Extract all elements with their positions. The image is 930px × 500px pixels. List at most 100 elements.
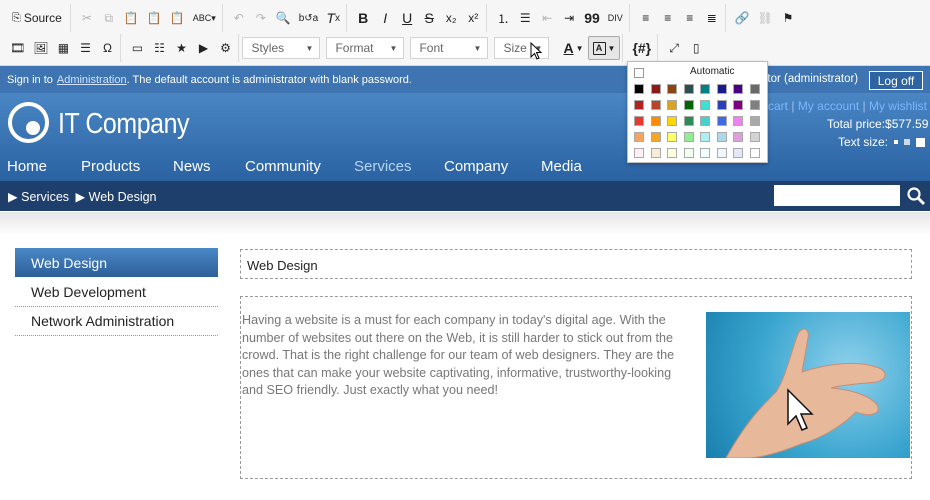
color-swatch[interactable]: [733, 132, 743, 142]
image-icon[interactable]: 🖼: [29, 36, 52, 60]
color-swatch[interactable]: [650, 132, 661, 142]
remove-format-icon[interactable]: Tx: [322, 6, 344, 30]
cut-icon[interactable]: ✂: [76, 6, 98, 30]
list-widget-icon[interactable]: ☷: [148, 36, 170, 60]
horizontal-line-icon[interactable]: ☰: [74, 36, 96, 60]
anchor-flag-icon[interactable]: ⚑: [777, 6, 799, 30]
replace-icon[interactable]: b↺a: [295, 6, 323, 30]
nav-products[interactable]: Products: [81, 158, 140, 175]
page-title-editable[interactable]: Web Design: [240, 249, 912, 279]
nav-company[interactable]: Company: [444, 158, 508, 175]
color-swatch[interactable]: [650, 100, 661, 110]
spellcheck-icon[interactable]: ABC▾: [189, 6, 220, 30]
logoff-button[interactable]: Log off: [869, 71, 923, 90]
star-icon[interactable]: ★: [170, 36, 192, 60]
color-swatch[interactable]: [700, 116, 710, 126]
color-swatch[interactable]: [700, 132, 710, 142]
color-swatch[interactable]: [634, 116, 644, 126]
color-swatch[interactable]: [634, 84, 644, 94]
italic-button[interactable]: I: [374, 6, 396, 30]
color-swatch[interactable]: [749, 116, 760, 126]
strike-button[interactable]: S: [418, 6, 440, 30]
align-left-icon[interactable]: ≡: [635, 6, 657, 30]
color-swatch[interactable]: [650, 148, 661, 158]
undo-icon[interactable]: ↶: [228, 6, 250, 30]
paste-word-icon[interactable]: 📋: [166, 6, 189, 30]
color-swatch[interactable]: [716, 132, 727, 142]
paste-icon[interactable]: 📋: [120, 6, 143, 30]
maximize-icon[interactable]: ⤢: [663, 36, 685, 60]
site-logo-text[interactable]: IT Company: [58, 108, 190, 141]
table-icon[interactable]: ▦: [52, 36, 74, 60]
color-swatch[interactable]: [716, 84, 727, 94]
nav-news[interactable]: News: [173, 158, 211, 175]
justify-icon[interactable]: ≣: [701, 6, 723, 30]
create-div-icon[interactable]: DIV: [604, 6, 627, 30]
text-size-medium[interactable]: [904, 139, 911, 145]
color-swatch[interactable]: [667, 116, 677, 126]
cart-link[interactable]: cart: [768, 99, 788, 113]
sidebar-item-web-design[interactable]: Web Design: [15, 248, 218, 277]
superscript-button[interactable]: x²: [462, 6, 484, 30]
link-icon[interactable]: 🔗: [731, 6, 754, 30]
color-swatch[interactable]: [733, 84, 743, 94]
outdent-icon[interactable]: ⇤: [536, 6, 558, 30]
bold-button[interactable]: B: [352, 6, 374, 30]
color-swatch[interactable]: [749, 84, 760, 94]
breadcrumb-services[interactable]: Services: [21, 190, 69, 204]
color-swatch[interactable]: [667, 132, 677, 142]
templates-button[interactable]: {#}: [628, 36, 655, 60]
color-swatch[interactable]: [749, 148, 760, 158]
special-char-icon[interactable]: Ω: [96, 36, 118, 60]
background-color-button[interactable]: A ▼: [587, 36, 621, 60]
color-swatch[interactable]: [634, 132, 644, 142]
format-dropdown[interactable]: Format ▼: [326, 37, 405, 59]
color-swatch[interactable]: [700, 100, 710, 110]
subscript-button[interactable]: x₂: [440, 6, 462, 30]
styles-dropdown[interactable]: Styles ▼: [242, 37, 321, 59]
color-swatch[interactable]: [700, 84, 710, 94]
align-right-icon[interactable]: ≡: [679, 6, 701, 30]
my-wishlist-link[interactable]: My wishlist: [869, 99, 927, 113]
font-dropdown[interactable]: Font ▼: [410, 37, 489, 59]
unlink-icon[interactable]: ⛓: [754, 6, 777, 30]
color-swatch[interactable]: [683, 132, 694, 142]
color-swatch[interactable]: [749, 100, 760, 110]
color-swatch[interactable]: [683, 116, 694, 126]
color-swatch[interactable]: [667, 148, 677, 158]
color-swatch[interactable]: [667, 84, 677, 94]
color-swatch[interactable]: [700, 148, 710, 158]
redo-icon[interactable]: ↷: [250, 6, 272, 30]
color-swatch[interactable]: [667, 100, 677, 110]
align-center-icon[interactable]: ≡: [657, 6, 679, 30]
indent-icon[interactable]: ⇥: [558, 6, 580, 30]
color-swatch[interactable]: [683, 84, 694, 94]
underline-button[interactable]: U: [396, 6, 418, 30]
paste-text-icon[interactable]: 📋: [143, 6, 166, 30]
sidebar-item-network-administration[interactable]: Network Administration: [15, 307, 218, 336]
search-icon[interactable]: [906, 186, 926, 206]
color-swatch[interactable]: [716, 100, 727, 110]
numbered-list-icon[interactable]: ⒈: [492, 6, 514, 30]
nav-media[interactable]: Media: [541, 158, 582, 175]
text-size-small[interactable]: [894, 140, 899, 144]
bulleted-list-icon[interactable]: ☰: [514, 6, 536, 30]
show-blocks-icon[interactable]: ▯: [685, 36, 707, 60]
text-color-button[interactable]: A ▼: [559, 36, 587, 60]
youtube-icon[interactable]: ▶: [192, 36, 214, 60]
sidebar-item-web-development[interactable]: Web Development: [15, 278, 218, 307]
color-swatch[interactable]: [733, 100, 743, 110]
automatic-color-label[interactable]: Automatic: [690, 66, 734, 77]
nav-services[interactable]: Services: [354, 158, 412, 175]
color-swatch[interactable]: [733, 148, 743, 158]
color-swatch[interactable]: [650, 84, 661, 94]
widget-icon[interactable]: ▭: [126, 36, 148, 60]
source-button[interactable]: ⎘ Source: [6, 6, 68, 30]
copy-icon[interactable]: ⧉: [98, 6, 120, 30]
search-input[interactable]: [774, 185, 900, 206]
color-swatch[interactable]: [716, 116, 727, 126]
color-swatch[interactable]: [683, 100, 694, 110]
administration-link[interactable]: Administration: [57, 74, 127, 86]
color-swatch[interactable]: [634, 148, 644, 158]
color-swatch[interactable]: [749, 132, 760, 142]
